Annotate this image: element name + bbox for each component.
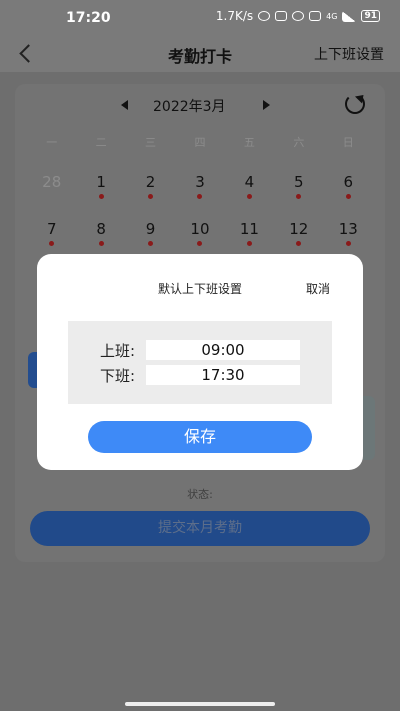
off-duty-label: 下班:	[100, 367, 136, 385]
hd-icon	[309, 11, 322, 21]
attendance-dot-icon	[148, 241, 154, 246]
attendance-dot-icon	[98, 241, 104, 246]
calendar-day[interactable]: 5	[274, 173, 323, 199]
alarm-icon	[292, 11, 305, 21]
month-selector: 2022年3月	[15, 94, 385, 116]
weekday-label: 六	[293, 136, 305, 149]
calendar-day[interactable]: 12	[274, 220, 323, 246]
calendar-day-number: 2	[145, 173, 156, 191]
on-duty-time-field[interactable]: 09:00	[146, 340, 300, 360]
status-icons: 1.7K/s 4G 91	[216, 9, 380, 23]
refresh-icon[interactable]	[345, 94, 365, 114]
attendance-dot-icon	[296, 194, 302, 199]
calendar-day-number: 9	[145, 220, 156, 238]
default-hours-dialog: 默认上下班设置 取消 上班: 09:00 下班: 17:30 保存	[37, 254, 363, 470]
calendar-day-number: 11	[239, 220, 259, 238]
attendance-dot-icon	[197, 194, 203, 199]
calendar-day-number: 4	[244, 173, 255, 191]
calendar-week-row: 7 8 9 10 11 12 13	[27, 220, 373, 246]
prev-month-icon[interactable]	[121, 100, 128, 110]
attendance-dot-icon	[345, 241, 351, 246]
calendar-day[interactable]: 11	[225, 220, 274, 246]
calendar-day-number: 12	[289, 220, 309, 238]
attendance-dot-icon	[296, 241, 302, 246]
weekday-label: 五	[243, 136, 255, 149]
calendar-day-number: 28	[42, 173, 62, 191]
on-duty-row: 上班: 09:00	[100, 340, 300, 360]
calendar-day-number: 6	[343, 173, 354, 191]
calendar-day[interactable]: 6	[324, 173, 373, 199]
submit-month-attendance-button[interactable]: 提交本月考勤	[30, 511, 370, 546]
signal-icon	[342, 10, 357, 22]
cancel-button[interactable]: 取消	[306, 280, 330, 297]
weekday-header: 一 二 三 四 五 六 日	[27, 134, 373, 152]
bluetooth-icon	[258, 11, 271, 21]
calendar-day-number: 7	[46, 220, 57, 238]
month-label: 2022年3月	[153, 99, 226, 115]
work-hours-settings-link[interactable]: 上下班设置	[314, 44, 384, 64]
weekday-label: 三	[145, 136, 157, 149]
attendance-dot-icon	[345, 194, 351, 199]
calendar-week-row: 28 1 2 3 4 5 6	[27, 173, 373, 199]
calendar-day[interactable]: 9	[126, 220, 175, 246]
calendar-day[interactable]: 2	[126, 173, 175, 199]
attendance-dot-icon	[197, 241, 203, 246]
weekday-label: 二	[95, 136, 107, 149]
calendar-day-number: 3	[195, 173, 205, 191]
status-label: 状态:	[187, 488, 213, 501]
attendance-dot-icon	[49, 241, 55, 246]
vibrate-icon	[275, 11, 288, 21]
off-duty-row: 下班: 17:30	[100, 365, 300, 385]
status-bar: 17:20 1.7K/s 4G 91	[0, 0, 400, 36]
calendar-day-number: 1	[96, 173, 106, 191]
net-speed: 1.7K/s	[215, 9, 254, 23]
calendar-day-number: 8	[96, 220, 106, 238]
calendar-day[interactable]: 28	[27, 173, 76, 191]
battery-icon: 91	[361, 10, 380, 22]
attendance-dot-icon	[148, 194, 154, 199]
calendar-day[interactable]: 8	[76, 220, 125, 246]
on-duty-label: 上班:	[100, 342, 136, 360]
calendar-day[interactable]: 7	[27, 220, 76, 246]
attendance-dot-icon	[98, 194, 104, 199]
attendance-dot-icon	[246, 241, 252, 246]
calendar-day[interactable]: 13	[324, 220, 373, 246]
calendar-day[interactable]: 1	[76, 173, 125, 199]
weekday-label: 一	[46, 136, 58, 149]
next-month-icon[interactable]	[263, 100, 270, 110]
calendar-day[interactable]: 3	[175, 173, 224, 199]
status-time: 17:20	[66, 10, 111, 26]
calendar-day[interactable]: 4	[225, 173, 274, 199]
off-duty-time-field[interactable]: 17:30	[146, 365, 300, 385]
home-indicator	[125, 702, 275, 706]
time-settings-panel: 上班: 09:00 下班: 17:30	[68, 321, 332, 404]
calendar-day[interactable]: 10	[175, 220, 224, 246]
nav-bar: 考勤打卡 上下班设置	[0, 36, 400, 72]
save-button[interactable]: 保存	[88, 421, 312, 453]
weekday-label: 日	[342, 136, 354, 149]
calendar-day-number: 13	[338, 220, 358, 238]
attendance-dot-icon	[246, 194, 252, 199]
calendar-day-number: 5	[294, 173, 304, 191]
calendar-day-number: 10	[190, 220, 210, 238]
network-type: 4G	[326, 11, 338, 21]
weekday-label: 四	[194, 136, 206, 149]
record-panel-edge	[363, 396, 375, 460]
